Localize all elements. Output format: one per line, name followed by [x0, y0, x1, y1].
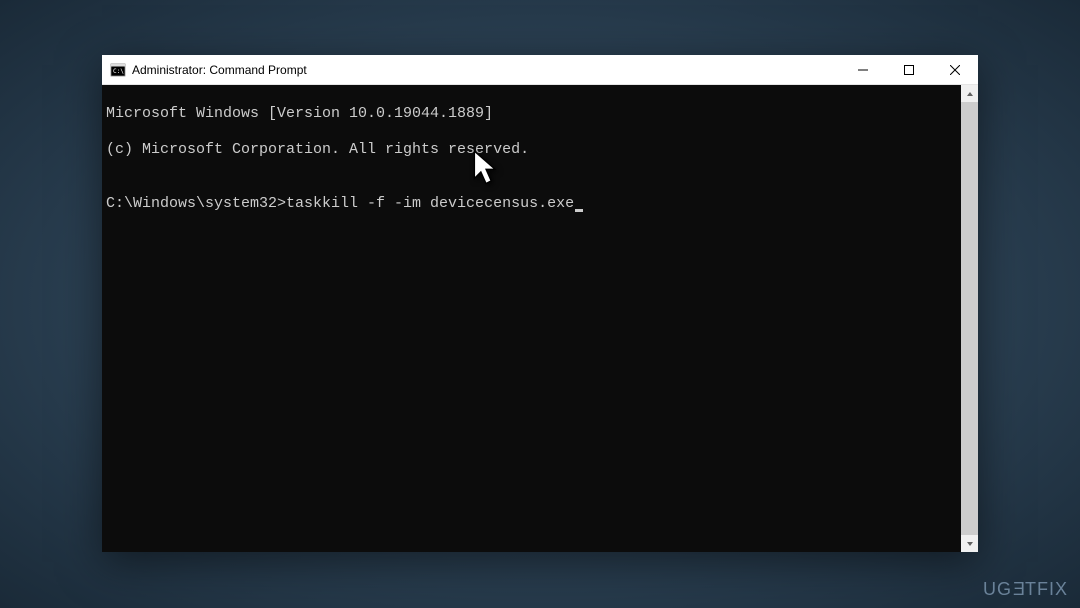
close-button[interactable] [932, 55, 978, 84]
cmd-icon: C:\ [110, 62, 126, 78]
maximize-button[interactable] [886, 55, 932, 84]
scrollbar-thumb[interactable] [961, 102, 978, 535]
terminal-output-line: Microsoft Windows [Version 10.0.19044.18… [106, 105, 957, 123]
watermark-part3: TFIX [1025, 579, 1068, 599]
scrollbar-down-button[interactable] [961, 535, 978, 552]
terminal-command: taskkill -f -im devicecensus.exe [286, 195, 574, 213]
command-prompt-window: C:\ Administrator: Command Prompt Micros… [102, 55, 978, 552]
scrollbar-track[interactable] [961, 102, 978, 535]
minimize-button[interactable] [840, 55, 886, 84]
titlebar[interactable]: C:\ Administrator: Command Prompt [102, 55, 978, 85]
terminal-content[interactable]: Microsoft Windows [Version 10.0.19044.18… [102, 85, 961, 552]
terminal-prompt-line: C:\Windows\system32>taskkill -f -im devi… [106, 195, 957, 213]
svg-text:C:\: C:\ [113, 68, 124, 75]
scrollbar-up-button[interactable] [961, 85, 978, 102]
window-title: Administrator: Command Prompt [132, 63, 840, 77]
watermark-part2: E [1012, 579, 1025, 600]
terminal-cursor [575, 209, 583, 212]
watermark-logo: UGETFIX [983, 579, 1068, 600]
terminal-area: Microsoft Windows [Version 10.0.19044.18… [102, 85, 978, 552]
window-controls [840, 55, 978, 84]
watermark-part1: UG [983, 579, 1012, 599]
terminal-output-line: (c) Microsoft Corporation. All rights re… [106, 141, 957, 159]
terminal-prompt: C:\Windows\system32> [106, 195, 286, 213]
vertical-scrollbar[interactable] [961, 85, 978, 552]
